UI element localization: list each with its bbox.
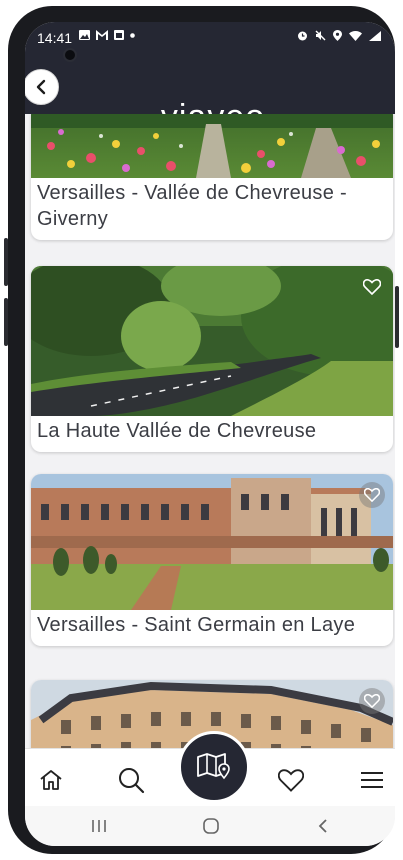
dot-icon [130, 32, 135, 38]
map-icon [197, 753, 230, 780]
favorite-button[interactable] [359, 688, 385, 714]
route-title: Versailles - Saint Germain en Laye [37, 614, 356, 636]
app-header: viaveo [25, 56, 395, 136]
home-icon [40, 770, 62, 790]
route-card[interactable]: Versailles - Saint Germain en Laye [31, 474, 393, 646]
status-time: 14:41 [37, 30, 73, 46]
front-camera [63, 48, 77, 62]
phone-frame: 14:41 viaveo [4, 6, 399, 854]
route-list[interactable]: Versailles - Vallée de Chevreuse - Giver… [25, 114, 395, 748]
nav-favorites[interactable] [276, 765, 306, 795]
mute-icon [315, 30, 326, 41]
favorite-button[interactable] [359, 482, 385, 508]
route-title: Versailles - Vallée de Chevreuse - Giver… [37, 182, 347, 230]
route-card[interactable]: Versailles - Vallée de Chevreuse - Giver… [31, 114, 393, 240]
chevron-left-icon [36, 79, 46, 95]
route-card[interactable]: La Haute Vallée de Chevreuse [31, 266, 393, 452]
home-system-button[interactable] [199, 816, 223, 836]
nav-home[interactable] [36, 765, 66, 795]
heart-outline-icon [363, 279, 381, 295]
route-image [31, 474, 393, 610]
recents-icon [92, 820, 106, 832]
recents-button[interactable] [87, 816, 111, 836]
image-icon [79, 30, 90, 40]
route-image [31, 266, 393, 416]
status-left-icons [79, 30, 135, 40]
route-image [31, 114, 393, 178]
calendar-icon [114, 30, 124, 40]
search-icon [119, 768, 145, 794]
screen: 14:41 viaveo [25, 22, 395, 846]
back-icon [318, 819, 327, 833]
forest-road-image [31, 266, 393, 416]
alarm-icon [298, 31, 307, 41]
power-button [395, 286, 399, 348]
back-system-button[interactable] [311, 816, 335, 836]
status-bar: 14:41 [25, 22, 395, 56]
nav-menu[interactable] [357, 765, 387, 795]
system-nav-bar [25, 806, 395, 846]
wifi-icon [349, 30, 362, 41]
location-icon [333, 30, 342, 41]
garden-image [31, 114, 393, 178]
bottom-nav [25, 731, 395, 807]
heart-outline-icon [364, 694, 380, 708]
map-button[interactable] [178, 731, 250, 803]
heart-icon [278, 768, 304, 792]
home-circle-icon [203, 818, 219, 834]
signal-icon [369, 30, 381, 41]
status-right-icons [297, 30, 381, 41]
heart-outline-icon [364, 488, 380, 502]
favorite-button[interactable] [359, 274, 385, 300]
route-title: La Haute Vallée de Chevreuse [37, 420, 317, 442]
volume-button [4, 238, 8, 286]
menu-icon [361, 772, 383, 788]
volume-button [4, 298, 8, 346]
chateau-image [31, 474, 393, 610]
gmail-icon [96, 30, 108, 40]
nav-search[interactable] [116, 765, 146, 795]
